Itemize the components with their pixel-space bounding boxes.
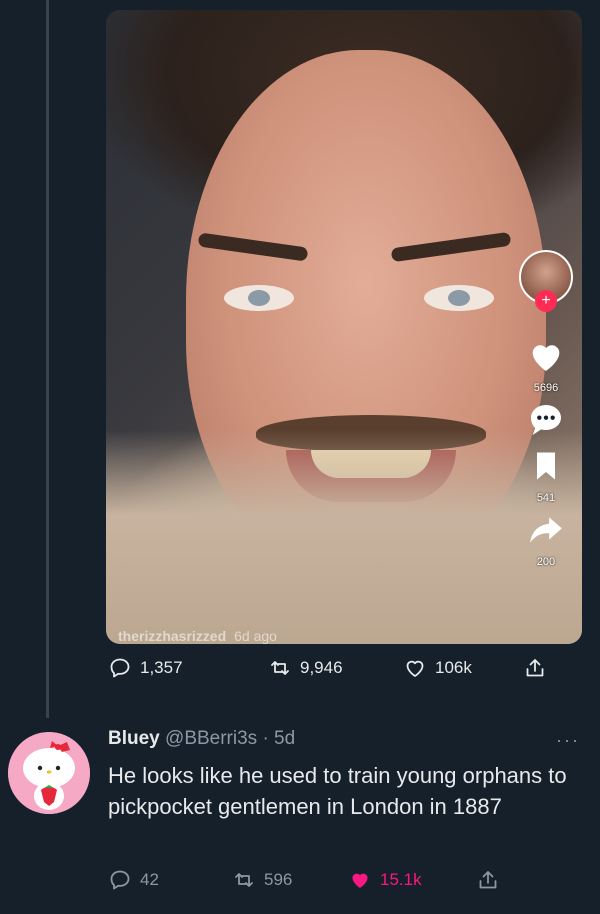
retweet-icon [235,873,253,887]
tiktok-watermark-user: therizzhasrizzed [118,628,227,644]
reply-share-action[interactable] [476,868,500,892]
reply-reply-count: 42 [140,870,159,889]
tiktok-like-count: 5696 [533,382,559,394]
like-action[interactable]: 106k [403,656,523,680]
reply-reply-action[interactable]: 42 [108,868,232,892]
tiktok-comment-icon[interactable] [526,400,566,440]
tiktok-follow-button[interactable]: + [535,290,557,312]
share-icon [479,871,497,889]
heart-icon [406,660,424,677]
share-action[interactable] [523,656,547,680]
like-count: 106k [435,658,472,677]
tiktok-save-count: 541 [536,492,556,504]
reply-action[interactable]: 1,357 [108,656,268,680]
reply-like-action[interactable]: 15.1k [348,868,476,892]
comment-icon [110,870,130,890]
retweet-icon [271,661,289,675]
reply-retweet-action[interactable]: 596 [232,868,348,892]
thread-line [46,0,49,718]
tiktok-watermark-age: 6d ago [234,628,277,644]
comment-icon [110,658,130,678]
retweet-count: 9,946 [300,658,343,677]
reply-action-bar: 42 596 15.1k [108,868,500,892]
reply-text: He looks like he used to train young orp… [108,763,567,819]
tiktok-heart-icon[interactable] [526,336,566,376]
tiktok-bookmark-icon[interactable] [526,446,566,486]
reply-display-name[interactable]: Bluey [108,728,160,749]
share-icon [526,659,544,677]
reply-count: 1,357 [140,658,183,677]
reply-like-count: 15.1k [380,870,422,889]
reply-avatar[interactable] [8,732,90,814]
tiktok-action-rail: + 5696 541 200 [519,250,573,568]
embedded-tiktok-video[interactable]: + 5696 541 200 therizzhasrizzed 6d ago [106,10,582,644]
reply-header: Bluey @BBerri3s · 5d [108,728,295,750]
reply-tweet[interactable]: Bluey @BBerri3s · 5d ··· He looks like h… [0,720,600,914]
heart-icon [352,873,368,888]
more-options-icon[interactable]: ··· [556,730,580,751]
tiktok-share-icon[interactable] [526,510,566,550]
tiktok-watermark: therizzhasrizzed 6d ago [118,628,277,644]
tiktok-share-count: 200 [536,556,556,568]
retweet-action[interactable]: 9,946 [268,656,403,680]
reply-retweet-count: 596 [264,870,293,889]
reply-handle-time[interactable]: @BBerri3s · 5d [165,728,295,749]
tweet-action-bar: 1,357 9,946 106k [108,656,547,680]
tiktok-creator-avatar[interactable]: + [519,250,573,312]
